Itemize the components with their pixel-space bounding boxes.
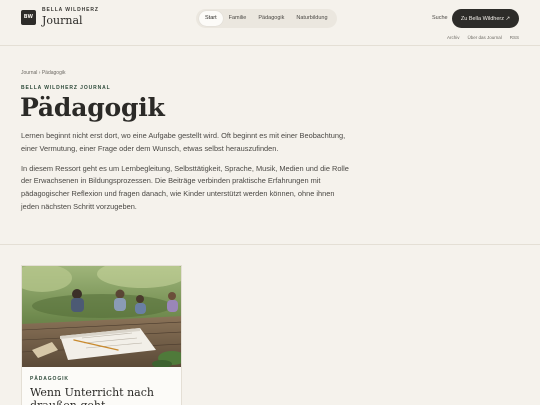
logo-mark: BW — [21, 9, 36, 25]
archive-link[interactable]: Archiv — [447, 35, 460, 40]
article-card-image — [22, 266, 181, 367]
page-title: Pädagogik — [20, 93, 165, 122]
article-card-tag: PÄDAGOGIK — [30, 376, 69, 382]
site-logo[interactable]: BW BELLA WILDHERZ Journal — [21, 8, 99, 26]
secondary-links: Archiv Über das Journal RSS — [447, 35, 519, 40]
logo-title: Journal — [42, 14, 83, 27]
site-header: BW BELLA WILDHERZ Journal Start Familie … — [0, 0, 540, 46]
bella-wildherz-button[interactable]: Zu Bella Wildherz ↗ — [452, 9, 519, 28]
intro-paragraph: Lernen beginnt nicht erst dort, wo eine … — [21, 131, 346, 153]
about-link[interactable]: Über das Journal — [467, 35, 501, 40]
main-nav: Start Familie Pädagogik Naturbildung — [196, 9, 337, 28]
article-card[interactable]: PÄDAGOGIK Wenn Unterricht nach draußen g… — [21, 265, 182, 405]
section-eyebrow: BELLA WILDHERZ JOURNAL — [21, 85, 111, 91]
nav-tab-naturbildung[interactable]: Naturbildung — [290, 11, 333, 26]
intro-text: Lernen beginnt nicht erst dort, wo eine … — [21, 130, 351, 221]
logo-brand: BELLA WILDHERZ — [42, 7, 99, 13]
breadcrumb[interactable]: Journal › Pädagogik — [21, 70, 65, 76]
nav-tab-familie[interactable]: Familie — [223, 11, 253, 26]
search-link[interactable]: Suche — [432, 15, 448, 21]
logo-text: BELLA WILDHERZ Journal — [42, 7, 99, 27]
intro-paragraph: In diesem Ressort geht es um Lernbegleit… — [21, 163, 349, 211]
nav-tab-start[interactable]: Start — [199, 11, 223, 26]
nav-tab-paedagogik[interactable]: Pädagogik — [252, 11, 290, 26]
rss-link[interactable]: RSS — [510, 35, 519, 40]
article-card-title[interactable]: Wenn Unterricht nach draußen geht — [30, 386, 175, 405]
section-divider — [0, 244, 540, 245]
